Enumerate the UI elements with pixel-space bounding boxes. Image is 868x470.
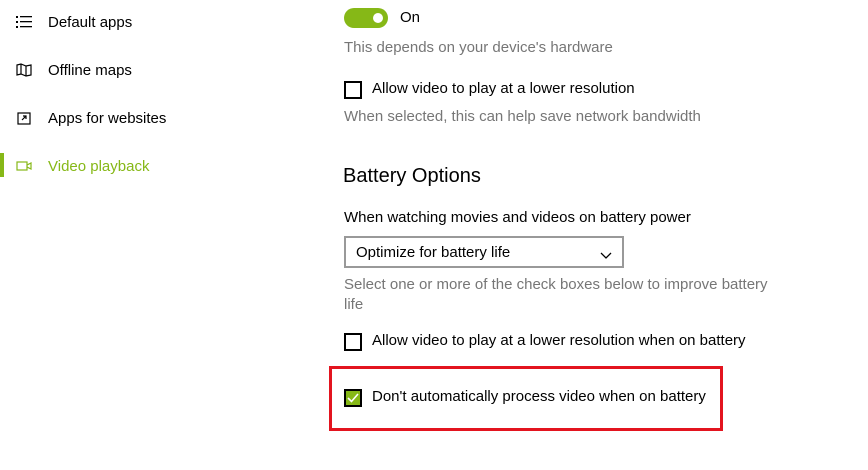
battery-help-line-2: life [344, 296, 364, 313]
nav-label-apps-for-websites: Apps for websites [48, 109, 167, 127]
battery-dropdown-label: When watching movies and videos on batte… [344, 209, 691, 226]
nav-item-offline-maps[interactable]: Offline maps [0, 50, 300, 90]
checkmark-icon [347, 393, 359, 403]
lower-resolution-checkbox[interactable] [344, 81, 362, 99]
link-window-icon [16, 110, 32, 126]
chevron-down-icon [600, 247, 612, 259]
battery-help-line-1: Select one or more of the check boxes be… [344, 276, 768, 293]
battery-mode-value: Optimize for battery life [356, 244, 511, 261]
nav-item-default-apps[interactable]: Default apps [0, 2, 300, 42]
toggle-state-label: On [400, 9, 421, 26]
map-icon [16, 62, 32, 78]
hardware-note: This depends on your device's hardware [344, 39, 613, 56]
nav-item-apps-for-websites[interactable]: Apps for websites [0, 98, 300, 138]
lower-resolution-battery-label[interactable]: Allow video to play at a lower resolutio… [372, 332, 746, 349]
video-icon [16, 158, 32, 174]
nav-label-offline-maps: Offline maps [48, 61, 132, 79]
lower-resolution-label[interactable]: Allow video to play at a lower resolutio… [372, 80, 635, 97]
no-process-video-label[interactable]: Don't automatically process video when o… [372, 388, 706, 405]
nav-item-video-playback[interactable]: Video playback [0, 146, 300, 186]
battery-options-heading: Battery Options [343, 165, 481, 187]
nav-label-default-apps: Default apps [48, 13, 133, 31]
toggle-knob [373, 13, 383, 23]
bandwidth-note: When selected, this can help save networ… [344, 108, 701, 125]
no-process-video-checkbox[interactable] [344, 389, 362, 407]
list-icon [16, 14, 32, 30]
nav-label-video-playback: Video playback [48, 157, 150, 175]
hdr-toggle[interactable] [344, 8, 388, 28]
battery-mode-select[interactable]: Optimize for battery life [344, 236, 624, 268]
lower-resolution-battery-checkbox[interactable] [344, 333, 362, 351]
